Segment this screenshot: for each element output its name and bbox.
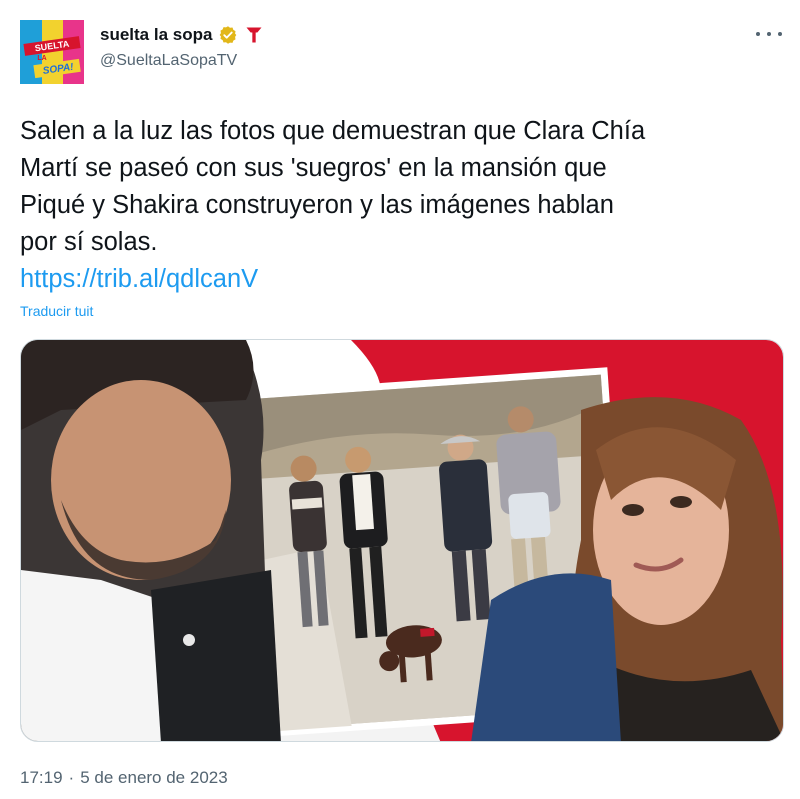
timestamp-separator: · bbox=[68, 768, 75, 787]
tweet-text-line: Piqué y Shakira construyeron y las imáge… bbox=[20, 191, 614, 219]
tweet-date[interactable]: 5 de enero de 2023 bbox=[80, 768, 227, 788]
tweet-timestamp: 17:19 · 5 de enero de 2023 bbox=[20, 768, 228, 788]
left-portrait bbox=[21, 340, 281, 741]
tweet-text-line: por sí solas. bbox=[20, 228, 158, 256]
tweet-media-image[interactable] bbox=[20, 339, 784, 742]
avatar-logo: SUELTA LA SOPA! bbox=[20, 20, 84, 84]
tweet-time[interactable]: 17:19 bbox=[20, 768, 63, 788]
tweet-text: Salen a la luz las fotos que demuestran … bbox=[20, 113, 780, 261]
telemundo-logo-icon bbox=[246, 27, 262, 43]
avatar-text-2: LA bbox=[37, 55, 46, 62]
tweet-link[interactable]: https://trib.al/qdlcanV bbox=[20, 261, 258, 298]
author-display-name[interactable]: suelta la sopa bbox=[100, 25, 212, 45]
more-options-icon[interactable] bbox=[756, 24, 782, 44]
tweet-text-line: Martí se paseó con sus 'suegros' en la m… bbox=[20, 154, 607, 182]
translate-tweet-button[interactable]: Traducir tuit bbox=[20, 303, 93, 319]
media-photo-collage bbox=[21, 340, 783, 741]
tweet-text-line: Salen a la luz las fotos que demuestran … bbox=[20, 117, 646, 145]
tweet-header: SUELTA LA SOPA! suelta la sopa @SueltaLa… bbox=[0, 0, 800, 90]
avatar[interactable]: SUELTA LA SOPA! bbox=[20, 20, 84, 84]
author-handle[interactable]: @SueltaLaSopaTV bbox=[100, 52, 237, 70]
verified-badge-icon bbox=[220, 26, 237, 44]
author-name-row: suelta la sopa bbox=[100, 25, 264, 45]
